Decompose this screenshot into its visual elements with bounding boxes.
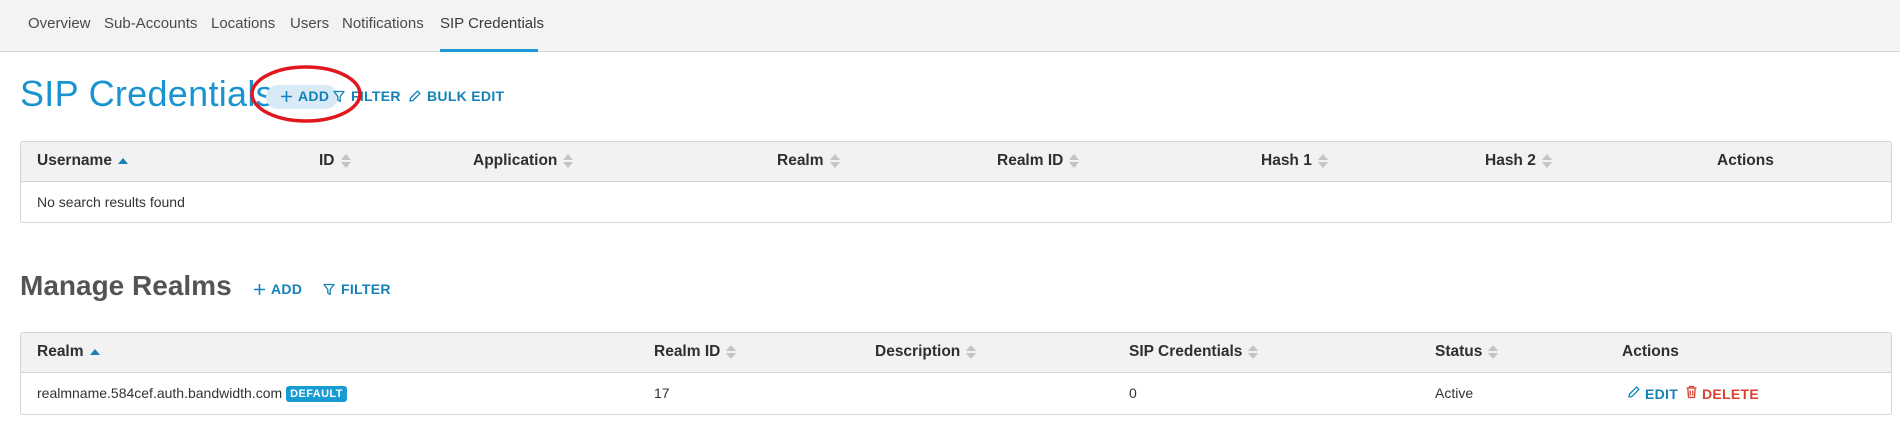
bulk-edit-label: BULK EDIT [427, 88, 505, 104]
column-username[interactable]: Username [37, 152, 128, 170]
tab-sip-credentials[interactable]: SIP Credentials [440, 15, 544, 32]
page-title: SIP Credentials [20, 73, 274, 114]
bulk-edit-button[interactable]: BULK EDIT [408, 88, 504, 104]
sort-icon [340, 153, 351, 169]
add-label: ADD [271, 281, 303, 297]
status-cell: Active [1435, 385, 1474, 401]
column-actions: Actions [1717, 152, 1774, 169]
column-hash-2[interactable]: Hash 2 [1485, 152, 1552, 170]
sort-icon [726, 344, 737, 360]
sort-icon [563, 153, 574, 169]
sort-icon [1069, 153, 1080, 169]
tab-notifications[interactable]: Notifications [342, 15, 424, 32]
realm-name: realmname.584cef.auth.bandwidth.com [37, 385, 283, 401]
sort-icon [1317, 153, 1328, 169]
annotation-ellipse [250, 65, 362, 123]
column-status[interactable]: Status [1435, 343, 1499, 361]
default-badge: DEFAULT [286, 386, 347, 402]
edit-realm-button[interactable]: EDIT [1627, 385, 1678, 402]
sort-ascending-icon [117, 153, 128, 169]
sort-icon [1488, 344, 1499, 360]
pencil-icon [408, 89, 422, 103]
top-navigation: Overview Sub-Accounts Locations Users No… [0, 0, 1900, 52]
tab-overview[interactable]: Overview [28, 15, 91, 32]
sort-icon [1541, 153, 1552, 169]
sip-credentials-table: Username ID Application Realm Realm ID H… [20, 141, 1892, 223]
filter-label: FILTER [341, 281, 391, 297]
column-actions: Actions [1622, 343, 1679, 360]
add-realm-button[interactable]: ADD [252, 281, 302, 297]
pencil-icon [1627, 385, 1641, 402]
sort-icon [1248, 344, 1259, 360]
delete-realm-button[interactable]: DELETE [1685, 385, 1759, 402]
sort-ascending-icon [89, 344, 100, 360]
column-realm-id[interactable]: Realm ID [997, 152, 1080, 170]
sort-icon [966, 344, 977, 360]
active-tab-indicator [440, 49, 538, 52]
sip-credentials-cell: 0 [1129, 385, 1137, 401]
realm-id-cell: 17 [654, 385, 670, 401]
filter-icon [322, 282, 336, 296]
column-description[interactable]: Description [875, 343, 977, 361]
manage-realms-title: Manage Realms [20, 270, 232, 301]
column-application[interactable]: Application [473, 152, 574, 170]
table-header: Username ID Application Realm Realm ID H… [21, 142, 1891, 182]
tab-users[interactable]: Users [290, 15, 329, 32]
column-id[interactable]: ID [319, 152, 351, 170]
trash-icon [1685, 385, 1698, 402]
plus-icon [252, 282, 266, 296]
column-realm[interactable]: Realm [37, 343, 100, 361]
realms-table: Realm Realm ID Description SIP Credentia… [20, 332, 1892, 415]
column-sip-credentials[interactable]: SIP Credentials [1129, 343, 1259, 361]
empty-message: No search results found [37, 194, 185, 210]
tab-locations[interactable]: Locations [211, 15, 275, 32]
sort-icon [829, 153, 840, 169]
column-hash-1[interactable]: Hash 1 [1261, 152, 1328, 170]
filter-realms-button[interactable]: FILTER [322, 281, 391, 297]
tab-sub-accounts[interactable]: Sub-Accounts [104, 15, 197, 32]
column-realm-id[interactable]: Realm ID [654, 343, 737, 361]
column-realm[interactable]: Realm [777, 152, 840, 170]
table-header: Realm Realm ID Description SIP Credentia… [21, 333, 1891, 373]
realm-cell: realmname.584cef.auth.bandwidth.com DEFAU… [37, 385, 347, 402]
